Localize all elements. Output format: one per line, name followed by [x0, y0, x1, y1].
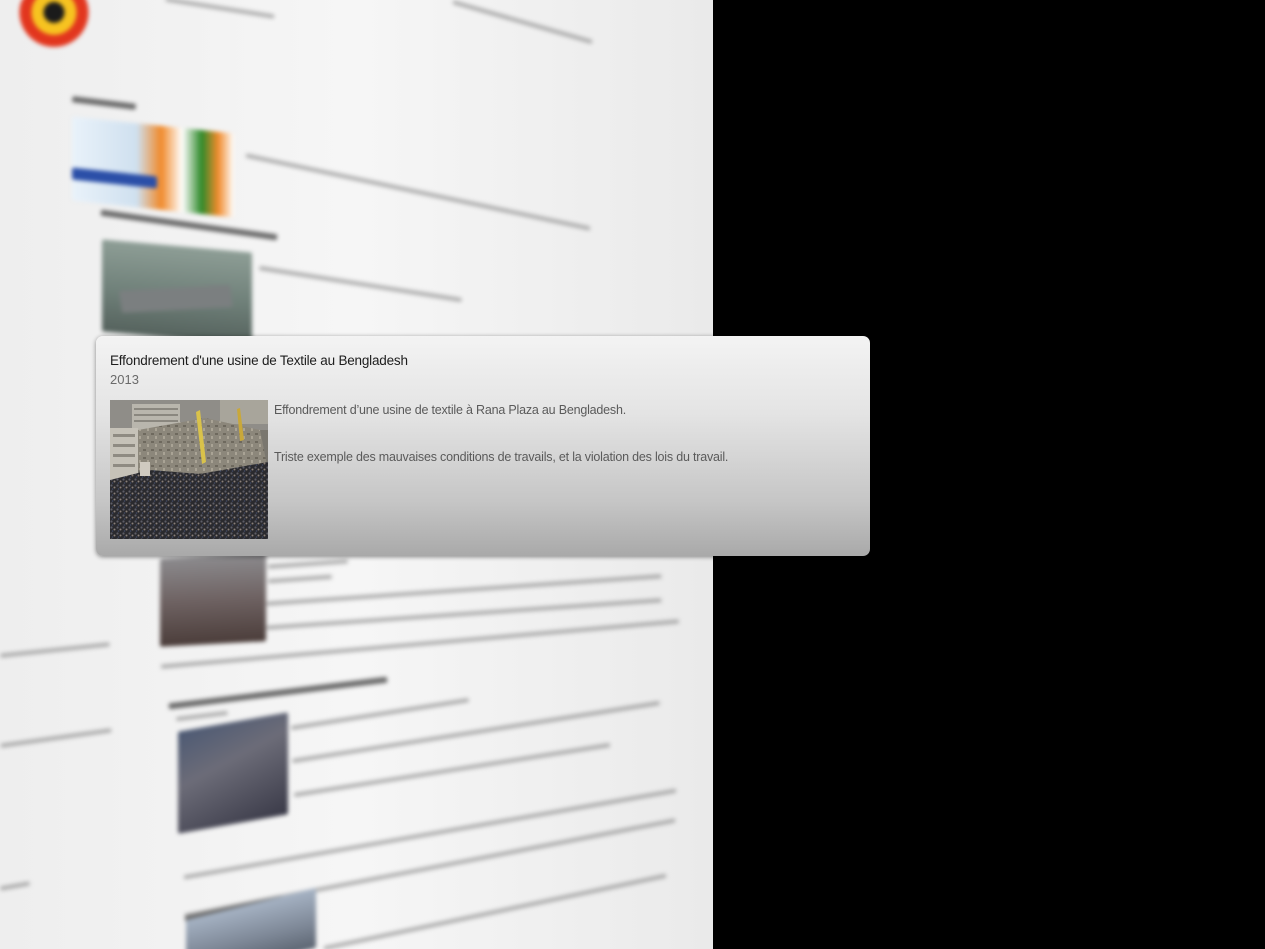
card-year: 2013 — [110, 372, 139, 387]
blurred-heading — [71, 96, 137, 110]
protest-crowd-thumbnail-icon — [178, 712, 288, 834]
blurred-text-line — [452, 0, 593, 44]
blurred-side-text — [0, 728, 112, 748]
blurred-text-line — [175, 710, 229, 722]
yin-yang-sun-logo-icon — [18, 0, 98, 52]
card-description-line-1: Effondrement d’une usine de textile à Ra… — [274, 403, 627, 417]
card-title: Effondrement d'une usine de Textile au B… — [110, 353, 408, 368]
blurred-text-line — [291, 700, 661, 764]
collapsed-building-crowd-photo-icon — [110, 400, 268, 539]
blurred-side-text — [0, 881, 31, 891]
city-aerial-thumbnail-icon — [186, 887, 316, 949]
blurred-text-line — [245, 153, 591, 231]
india-flags-thumbnail-icon — [72, 116, 234, 218]
blurred-text-line — [267, 574, 333, 584]
blurred-text-line — [258, 265, 463, 303]
card-description-line-2: Triste exemple des mauvaises conditions … — [274, 450, 729, 464]
event-detail-card[interactable]: Effondrement d'une usine de Textile au B… — [96, 336, 870, 556]
blurred-heading — [168, 676, 388, 710]
blurred-text-line — [323, 873, 667, 949]
blurred-text-line — [267, 559, 349, 569]
blurred-text-line — [290, 697, 470, 731]
blurred-text-line — [165, 0, 275, 19]
blurred-heading — [100, 209, 278, 241]
screen: Effondrement d'une usine de Textile au B… — [0, 0, 1265, 949]
street-crowd-thumbnail-icon — [160, 553, 266, 647]
blurred-side-text — [0, 642, 110, 658]
aircraft-carrier-thumbnail-icon — [102, 239, 252, 345]
